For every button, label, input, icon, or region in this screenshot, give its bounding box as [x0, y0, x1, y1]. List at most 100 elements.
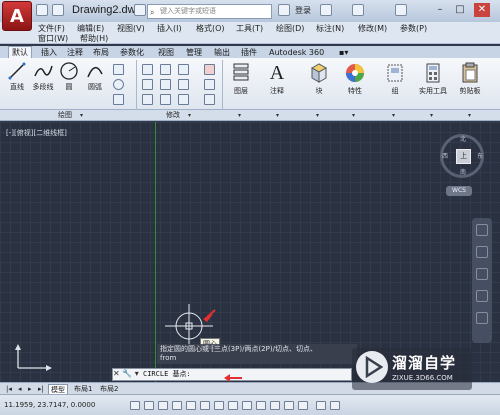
- help-icon[interactable]: [352, 4, 364, 16]
- dynamic-input-icon[interactable]: [242, 401, 252, 410]
- tab-insert[interactable]: 插入: [38, 47, 60, 58]
- line-button[interactable]: 直线: [6, 62, 28, 92]
- trim-icon[interactable]: [178, 64, 189, 75]
- close-icon[interactable]: ✕: [113, 369, 120, 378]
- selection-cycling-icon[interactable]: [298, 401, 308, 410]
- offset-icon[interactable]: [204, 94, 215, 105]
- chevron-down-icon[interactable]: ▾: [468, 112, 471, 119]
- menu-format[interactable]: 格式(O): [196, 23, 225, 34]
- polyline-button[interactable]: 多段线: [30, 62, 56, 92]
- lineweight-icon[interactable]: [256, 401, 266, 410]
- tab-layout[interactable]: 布局: [90, 47, 112, 58]
- dropdown-icon[interactable]: [134, 4, 146, 16]
- dynamic-ucs-icon[interactable]: [228, 401, 238, 410]
- hatch-icon[interactable]: [113, 94, 124, 105]
- model-space-icon[interactable]: [316, 401, 326, 410]
- draw-panel-title[interactable]: 绘图: [58, 110, 72, 121]
- chevron-down-icon[interactable]: ▾: [430, 112, 433, 119]
- application-menu-button[interactable]: A: [2, 1, 32, 31]
- object-tracking-icon[interactable]: [214, 401, 224, 410]
- fillet-icon[interactable]: [178, 79, 189, 90]
- annotation-button[interactable]: A 注释: [264, 62, 290, 96]
- circle-button[interactable]: 圆: [58, 62, 80, 92]
- mirror-icon[interactable]: [160, 79, 171, 90]
- tab-layout2[interactable]: 布局2: [98, 384, 120, 394]
- menu-draw[interactable]: 绘图(D): [276, 23, 304, 34]
- transparency-icon[interactable]: [270, 401, 280, 410]
- object-snap-icon[interactable]: [186, 401, 196, 410]
- chevron-down-icon[interactable]: ▾: [392, 112, 395, 119]
- chevron-down-icon[interactable]: ▾: [80, 112, 83, 119]
- search-input[interactable]: ⌕ 键入关键字或短语: [147, 4, 272, 19]
- coordinate-readout[interactable]: 11.1959, 23.7147, 0.0000: [4, 401, 95, 409]
- viewcube[interactable]: 上 北 南 西 东: [440, 134, 484, 178]
- drawing-canvas[interactable]: [-][俯视][二维线框] 上 北 南 西 东 WCS 圆心: [0, 122, 500, 382]
- close-button[interactable]: ✕: [474, 3, 490, 17]
- move-icon[interactable]: [142, 64, 153, 75]
- steering-wheel-icon[interactable]: [476, 224, 488, 236]
- tab-view[interactable]: 视图: [155, 47, 177, 58]
- viewcube-west[interactable]: 西: [442, 151, 448, 160]
- viewcube-top-face[interactable]: 上: [456, 149, 471, 164]
- viewcube-east[interactable]: 东: [477, 151, 483, 160]
- tab-default[interactable]: 默认: [8, 46, 32, 58]
- quick-view-icon[interactable]: [330, 401, 340, 410]
- group-button[interactable]: 组: [382, 62, 408, 96]
- exchange-icon[interactable]: [320, 4, 332, 16]
- grid-display-icon[interactable]: [144, 401, 154, 410]
- menu-dimension[interactable]: 标注(N): [316, 23, 344, 34]
- menu-tools[interactable]: 工具(T): [236, 23, 263, 34]
- chevron-down-icon[interactable]: ▾: [316, 112, 319, 119]
- tab-parametric[interactable]: 参数化: [117, 47, 147, 58]
- tab-overflow-icon[interactable]: ▪▾: [336, 47, 351, 58]
- modify-panel-title[interactable]: 修改: [166, 110, 180, 121]
- clipboard-button[interactable]: 剪贴板: [456, 62, 484, 96]
- orbit-icon[interactable]: [476, 290, 488, 302]
- arc-button[interactable]: 圆弧: [84, 62, 106, 92]
- menu-parametric[interactable]: 参数(P): [400, 23, 427, 34]
- recent-commands-icon[interactable]: ▾: [135, 369, 139, 378]
- rotate-icon[interactable]: [160, 64, 171, 75]
- pan-icon[interactable]: [476, 246, 488, 258]
- erase-icon[interactable]: [204, 64, 215, 75]
- copy-icon[interactable]: [142, 79, 153, 90]
- menu-window[interactable]: 窗口(W): [38, 33, 68, 44]
- block-button[interactable]: 块: [306, 62, 332, 96]
- viewcube-south[interactable]: 南: [460, 167, 466, 176]
- layers-button[interactable]: 图层: [228, 62, 254, 96]
- minimize-button[interactable]: –: [432, 3, 448, 17]
- ellipse-icon[interactable]: [113, 79, 124, 90]
- new-file-icon[interactable]: [36, 4, 48, 16]
- tab-plugins[interactable]: 插件: [238, 47, 260, 58]
- first-tab-icon[interactable]: |◂: [4, 384, 14, 394]
- tab-layout1[interactable]: 布局1: [72, 384, 94, 394]
- prev-tab-icon[interactable]: ◂: [16, 384, 24, 394]
- tab-manage[interactable]: 管理: [183, 47, 205, 58]
- array-icon[interactable]: [178, 94, 189, 105]
- showmotion-icon[interactable]: [476, 312, 488, 324]
- menu-help[interactable]: 帮助(H): [80, 33, 108, 44]
- explode-icon[interactable]: [204, 79, 215, 90]
- viewport-controls[interactable]: [-][俯视][二维线框]: [6, 128, 67, 138]
- menu-insert[interactable]: 插入(I): [157, 23, 182, 34]
- tab-annotate[interactable]: 注释: [64, 47, 86, 58]
- user-icon[interactable]: [278, 4, 290, 16]
- 3d-object-snap-icon[interactable]: [200, 401, 210, 410]
- quick-properties-icon[interactable]: [284, 401, 294, 410]
- chevron-down-icon[interactable]: ▾: [352, 112, 355, 119]
- chevron-down-icon[interactable]: ▾: [238, 112, 241, 119]
- polar-tracking-icon[interactable]: [172, 401, 182, 410]
- chevron-down-icon[interactable]: ▾: [188, 112, 191, 119]
- menu-view[interactable]: 视图(V): [117, 23, 145, 34]
- open-file-icon[interactable]: [52, 4, 64, 16]
- utilities-button[interactable]: 实用工具: [416, 62, 450, 96]
- last-tab-icon[interactable]: ▸|: [36, 384, 46, 394]
- info-icon[interactable]: [395, 4, 407, 16]
- snap-mode-icon[interactable]: [130, 401, 140, 410]
- wrench-icon[interactable]: 🔧: [122, 369, 132, 378]
- maximize-button[interactable]: □: [452, 3, 468, 17]
- chevron-down-icon[interactable]: ▾: [276, 112, 279, 119]
- scale-icon[interactable]: [160, 94, 171, 105]
- wcs-menu[interactable]: WCS: [446, 186, 472, 196]
- properties-button[interactable]: 特性: [342, 62, 368, 96]
